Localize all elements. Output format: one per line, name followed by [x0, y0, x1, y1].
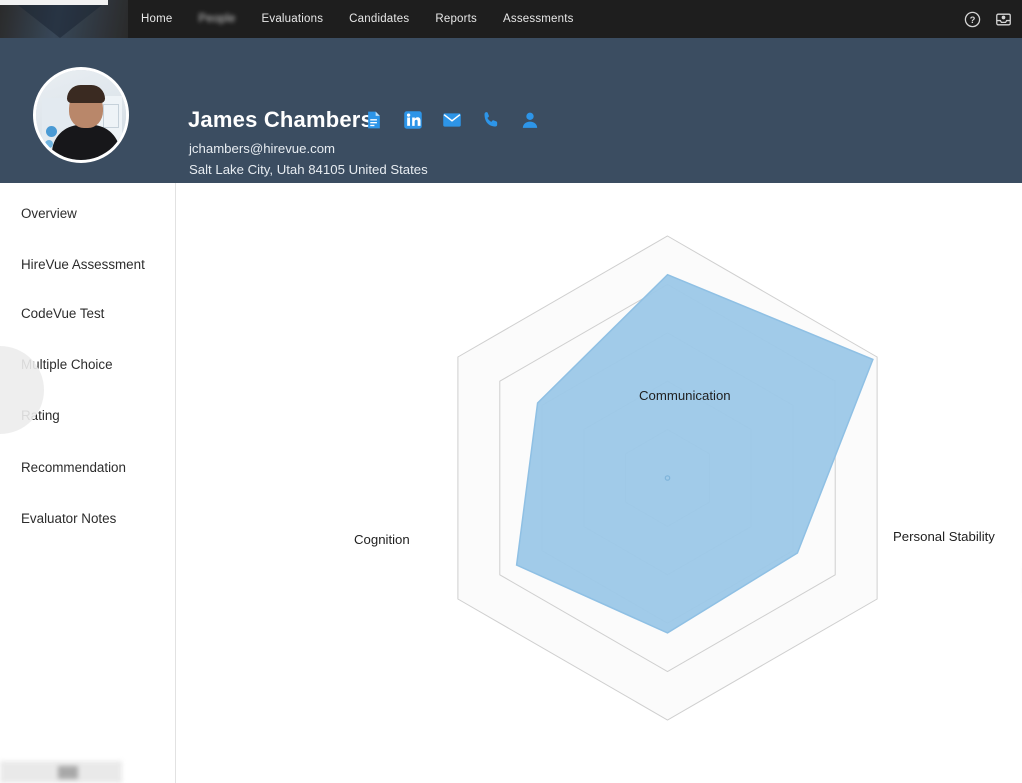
radar-chart: Communication Personal Stability Conscie…	[176, 183, 1022, 783]
nav-item-assessments[interactable]: Assessments	[490, 0, 587, 38]
top-navigation-bar: Home People Evaluations Candidates Repor…	[0, 0, 1022, 38]
nav-item-candidates[interactable]: Candidates	[336, 0, 422, 38]
browser-tab-strip	[0, 0, 108, 5]
app-root: Home People Evaluations Candidates Repor…	[0, 0, 1022, 783]
nav-item-evaluations[interactable]: Evaluations	[249, 0, 337, 38]
nav-item-home[interactable]: Home	[128, 0, 185, 38]
svg-text:?: ?	[970, 15, 976, 25]
browser-chrome-shade	[0, 0, 128, 38]
radar-chart-svg	[457, 235, 878, 721]
nav-item-reports[interactable]: Reports	[422, 0, 490, 38]
help-circle-icon[interactable]: ?	[964, 11, 981, 28]
inbox-icon[interactable]	[995, 11, 1012, 28]
nav-right-icons: ?	[964, 0, 1012, 38]
nav-item-people[interactable]: People	[185, 0, 248, 38]
nav-item-list: Home People Evaluations Candidates Repor…	[128, 0, 587, 38]
